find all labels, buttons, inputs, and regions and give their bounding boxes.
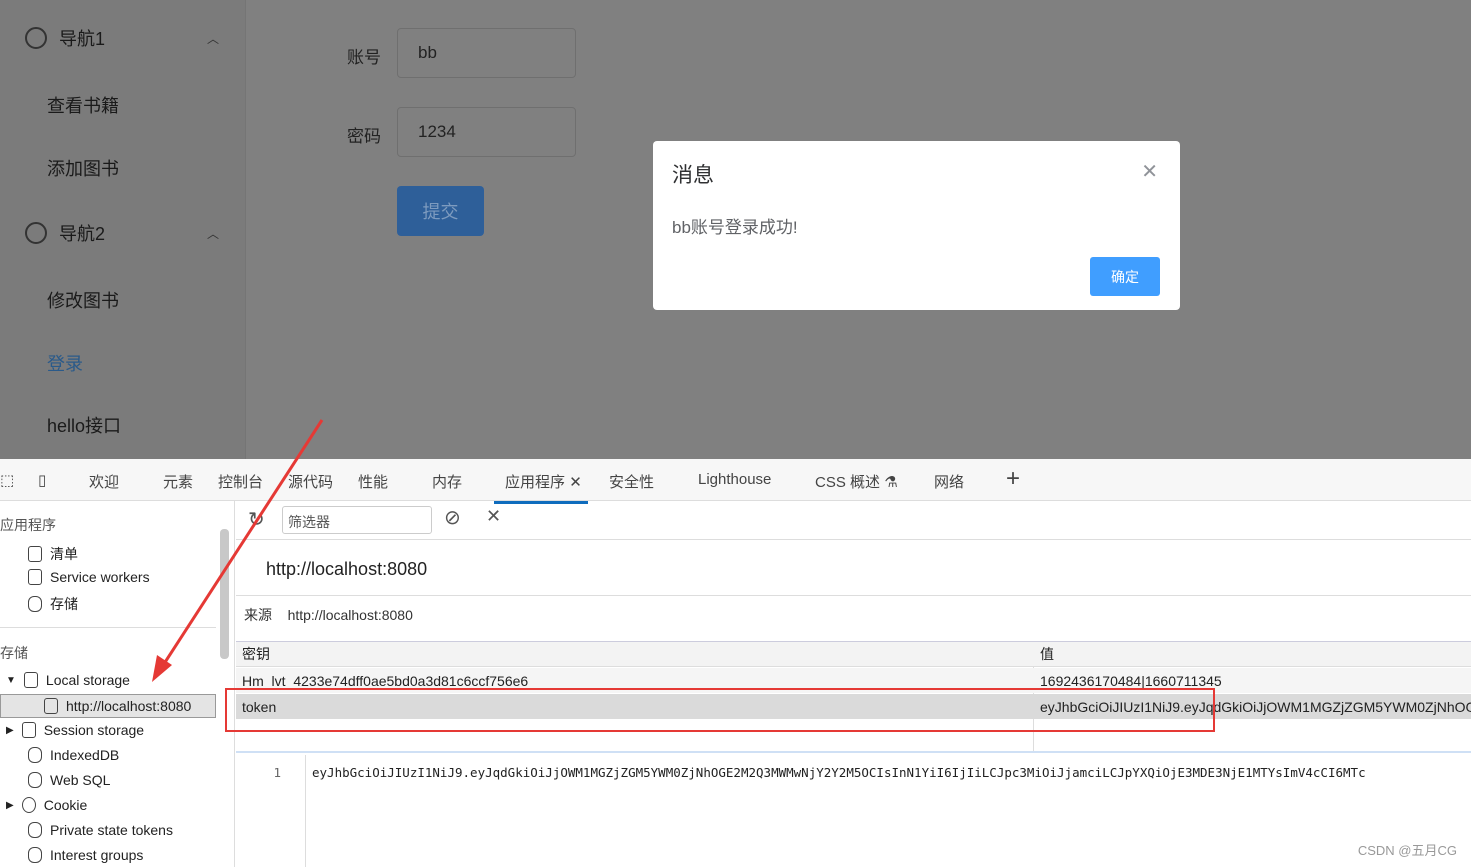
annotation-arrow	[152, 419, 324, 682]
